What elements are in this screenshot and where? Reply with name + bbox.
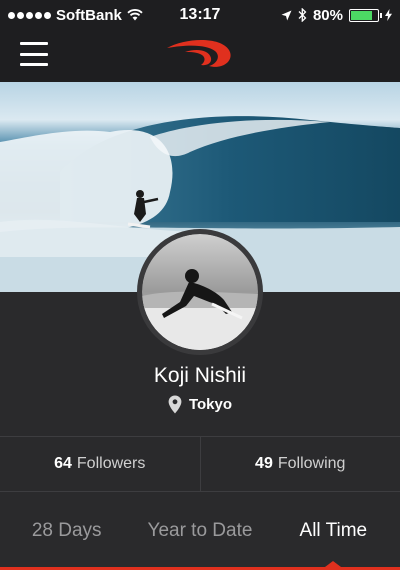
charging-bolt-icon (385, 9, 392, 21)
wifi-icon (127, 9, 143, 21)
battery-icon (349, 8, 382, 22)
clock: 13:17 (179, 6, 221, 23)
hamburger-menu-icon[interactable] (20, 42, 48, 66)
battery-level-fill (351, 10, 372, 20)
following-button[interactable]: 49 Following (199, 437, 400, 491)
bluetooth-icon (298, 8, 307, 22)
tab-year-to-date[interactable]: Year to Date (133, 492, 266, 570)
brand-logo-icon[interactable] (165, 38, 235, 74)
followers-count: 64 (54, 455, 72, 472)
map-pin-icon (168, 395, 182, 414)
following-label: Following (277, 455, 346, 472)
location-label: Tokyo (188, 396, 233, 413)
avatar-photo (142, 234, 258, 350)
stats-bar: 64 Followers 49 Following (0, 436, 400, 492)
signal-strength-icon (8, 11, 51, 19)
tab-28-days[interactable]: 28 Days (0, 492, 133, 570)
time-range-tabs: 28 Days Year to Date All Time (0, 492, 400, 570)
profile-name: Koji Nishii (153, 364, 247, 387)
followers-label: Followers (76, 455, 146, 472)
location-arrow-icon (281, 10, 292, 20)
navigation-bar (0, 30, 400, 82)
status-icons: 80% (242, 7, 392, 24)
avatar[interactable] (137, 229, 263, 355)
profile-section: Koji Nishii Tokyo (0, 229, 400, 436)
carrier-name: SoftBank (56, 6, 122, 24)
status-bar: SoftBank 13:17 80% (0, 0, 400, 30)
following-count: 49 (255, 455, 273, 472)
battery-percent: 80% (312, 6, 343, 24)
profile-location: Tokyo (0, 395, 400, 414)
carrier-group: SoftBank (8, 7, 158, 24)
tab-all-time[interactable]: All Time (267, 492, 400, 570)
followers-button[interactable]: 64 Followers (0, 437, 200, 491)
